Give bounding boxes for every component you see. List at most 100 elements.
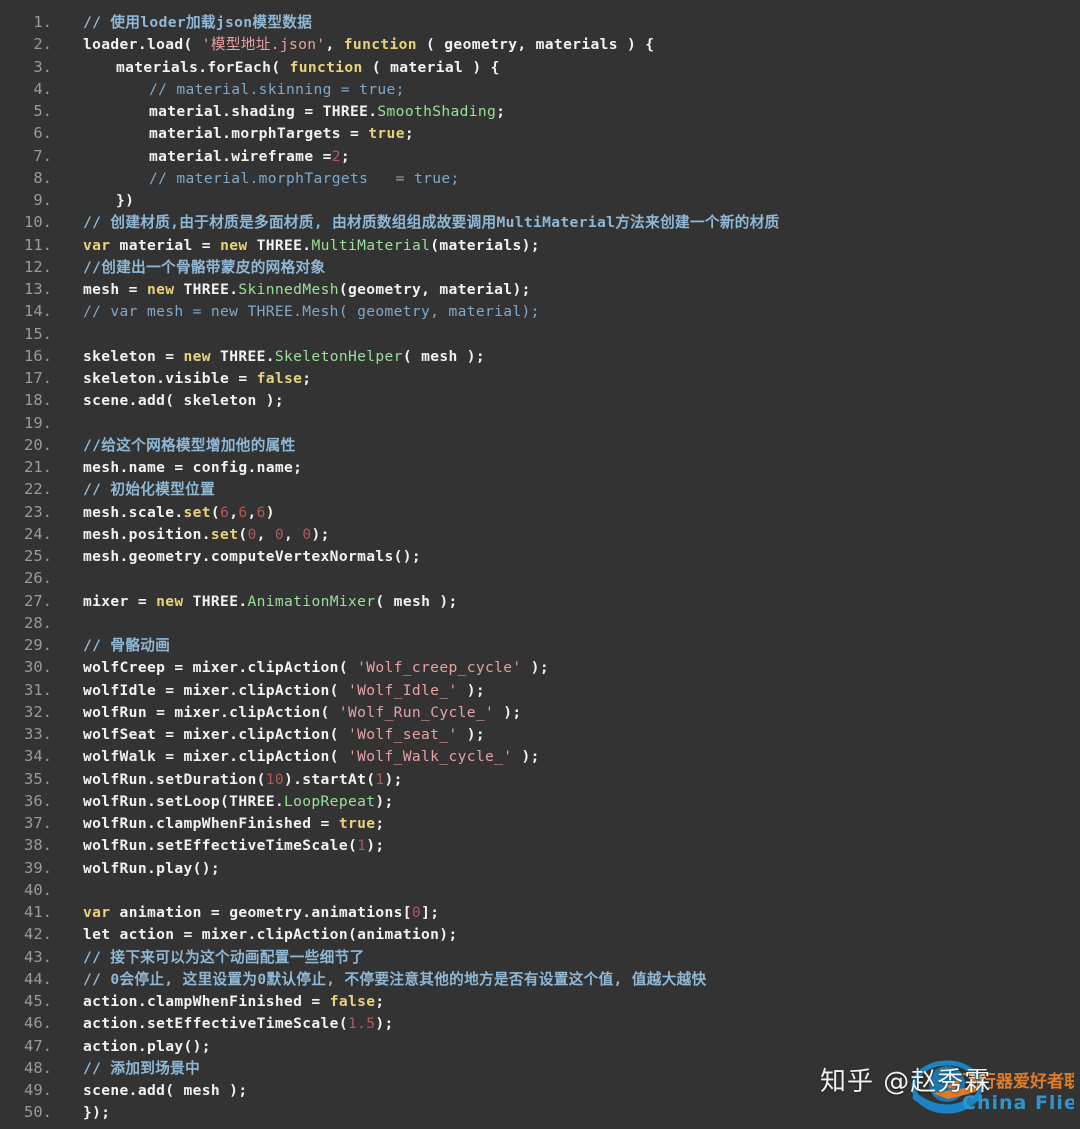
token-comment: //给这个网格模型增加他的属性 — [83, 436, 296, 454]
token-plain: ); — [311, 525, 330, 543]
token-plain: mesh.position. — [83, 525, 211, 543]
code-line: 23. mesh.scale.set(6,6,6) — [0, 501, 1080, 523]
line-number: 15. — [24, 324, 52, 343]
token-number: 2 — [331, 147, 341, 165]
line-number: 38. — [24, 836, 52, 855]
token-plain: wolfRun = mixer.clipAction( — [83, 703, 339, 721]
code-line: 42. let action = mixer.clipAction(animati… — [0, 923, 1080, 945]
code-line: 7. material.wireframe =2; — [0, 145, 1080, 167]
token-bool: true — [338, 815, 376, 832]
token-bool: true — [368, 125, 405, 143]
line-content — [60, 413, 1080, 435]
line-content: }) — [60, 190, 1080, 212]
line-number: 32. — [24, 702, 52, 721]
line-number: 30. — [24, 658, 52, 677]
token-plain: ; — [496, 103, 506, 120]
token-plain: , — [284, 525, 303, 543]
code-line: 11. var material = new THREE.MultiMateria… — [0, 234, 1080, 256]
line-content: // 添加到场景中 — [60, 1058, 1080, 1080]
token-plain: , — [325, 36, 344, 54]
token-comment: // 使用loder加载json模型数据 — [83, 14, 313, 31]
token-comment: // 0会停止, 这里设置为0默认停止, 不停要注意其他的地方是否有设置这个值,… — [83, 970, 707, 988]
code-line: 2. loader.load( '模型地址.json', function ( g… — [0, 33, 1080, 55]
token-string: '模型地址.json' — [201, 36, 326, 54]
token-comment: // 接下来可以为这个动画配置一些细节了 — [83, 948, 365, 966]
token-plain: , — [247, 503, 257, 521]
token-comment-dim: // var mesh = new THREE.Mesh( geometry, … — [83, 303, 540, 321]
token-plain: wolfRun.setEffectiveTimeScale( — [83, 837, 358, 855]
code-line: 10. // 创建材质,由于材质是多面材质, 由材质数组组成故要调用MultiMa… — [0, 211, 1080, 233]
token-plain: ( mesh ); — [402, 347, 486, 365]
token-plain: action.clampWhenFinished = — [83, 993, 330, 1010]
token-plain: ; — [302, 370, 312, 387]
token-comment-dim: // material.skinning = true; — [149, 80, 405, 98]
line-number: 46. — [24, 1014, 52, 1033]
token-plain: THREE. — [247, 236, 312, 254]
line-content: // 创建材质,由于材质是多面材质, 由材质数组组成故要调用MultiMater… — [60, 212, 1080, 234]
line-number: 24. — [24, 524, 52, 543]
line-content: mesh.scale.set(6,6,6) — [60, 502, 1080, 524]
token-number: 1 — [357, 837, 367, 855]
token-plain: ); — [384, 770, 403, 788]
token-plain: ); — [512, 748, 540, 766]
line-number: 12. — [24, 257, 52, 276]
code-line: 4. // material.skinning = true; — [0, 78, 1080, 100]
token-keyword: var — [83, 236, 111, 254]
code-line: 35. wolfRun.setDuration(10).startAt(1); — [0, 768, 1080, 790]
code-line: 6. material.morphTargets = true; — [0, 122, 1080, 144]
line-content: wolfRun.clampWhenFinished = true; — [60, 813, 1080, 835]
line-content: mesh.position.set(0, 0, 0); — [60, 524, 1080, 546]
token-plain: wolfRun.play(); — [83, 859, 221, 877]
token-plain: wolfRun.setDuration( — [83, 770, 266, 788]
line-number: 41. — [24, 903, 52, 921]
code-line: 12. //创建出一个骨骼带蒙皮的网格对象 — [0, 256, 1080, 278]
token-comment: // 初始化模型位置 — [83, 481, 216, 499]
token-string: 'Wolf_creep_cycle' — [357, 659, 522, 677]
code-line: 15. — [0, 323, 1080, 345]
token-method: set — [183, 503, 211, 521]
code-line: 20. //给这个网格模型增加他的属性 — [0, 434, 1080, 456]
code-line: 22. // 初始化模型位置 — [0, 478, 1080, 500]
line-number: 14. — [24, 302, 52, 321]
code-lines-container: 1. // 使用loder加载json模型数据 2. loader.load( '模型… — [0, 11, 1080, 1124]
token-plain: action.play(); — [83, 1037, 211, 1055]
token-keyword: new — [220, 236, 248, 254]
line-number: 49. — [24, 1081, 52, 1099]
token-number: 0 — [247, 525, 257, 543]
token-plain: mesh = — [83, 281, 147, 298]
token-comment: // 创建材质,由于材质是多面材质, 由材质数组组成故要调用MultiMater… — [83, 214, 780, 232]
line-number: 22. — [24, 480, 52, 499]
line-number: 28. — [24, 613, 52, 632]
code-line: 48. // 添加到场景中 — [0, 1057, 1080, 1079]
token-plain: ); — [521, 659, 549, 677]
token-plain: wolfIdle = mixer.clipAction( — [83, 681, 348, 699]
line-number: 4. — [33, 79, 52, 98]
code-line: 36. wolfRun.setLoop(THREE.LoopRepeat); — [0, 790, 1080, 812]
token-plain: ).startAt( — [284, 770, 376, 788]
code-viewer: 1. // 使用loder加载json模型数据 2. loader.load( '模型… — [0, 0, 1080, 1129]
code-line: 13. mesh = new THREE.SkinnedMesh(geometry… — [0, 278, 1080, 300]
code-line: 49. scene.add( mesh ); — [0, 1079, 1080, 1101]
line-number: 3. — [33, 57, 52, 76]
line-content: loader.load( '模型地址.json', function ( geo… — [60, 34, 1080, 56]
code-line: 43. // 接下来可以为这个动画配置一些细节了 — [0, 946, 1080, 968]
token-number: 1 — [375, 770, 385, 788]
line-content: wolfWalk = mixer.clipAction( 'Wolf_Walk_… — [60, 746, 1080, 768]
line-content — [60, 568, 1080, 590]
line-number: 8. — [33, 168, 52, 187]
line-number: 42. — [24, 925, 52, 944]
code-line: 47. action.play(); — [0, 1035, 1080, 1057]
token-plain: mixer = — [83, 592, 157, 610]
token-plain: ; — [375, 993, 385, 1010]
line-content: wolfRun.setDuration(10).startAt(1); — [60, 769, 1080, 791]
token-comment: //创建出一个骨骼带蒙皮的网格对象 — [83, 258, 326, 276]
line-number: 6. — [33, 124, 52, 143]
token-keyword: function — [343, 36, 417, 54]
token-plain: animation = geometry.animations[ — [110, 904, 412, 921]
line-content: var animation = geometry.animations[0]; — [60, 902, 1080, 924]
line-content: wolfIdle = mixer.clipAction( 'Wolf_Idle_… — [60, 680, 1080, 702]
token-plain: ( mesh ); — [375, 592, 458, 610]
code-line: 32. wolfRun = mixer.clipAction( 'Wolf_Run… — [0, 701, 1080, 723]
line-number: 9. — [33, 191, 52, 209]
token-plain: action.setEffectiveTimeScale( — [83, 1015, 348, 1033]
